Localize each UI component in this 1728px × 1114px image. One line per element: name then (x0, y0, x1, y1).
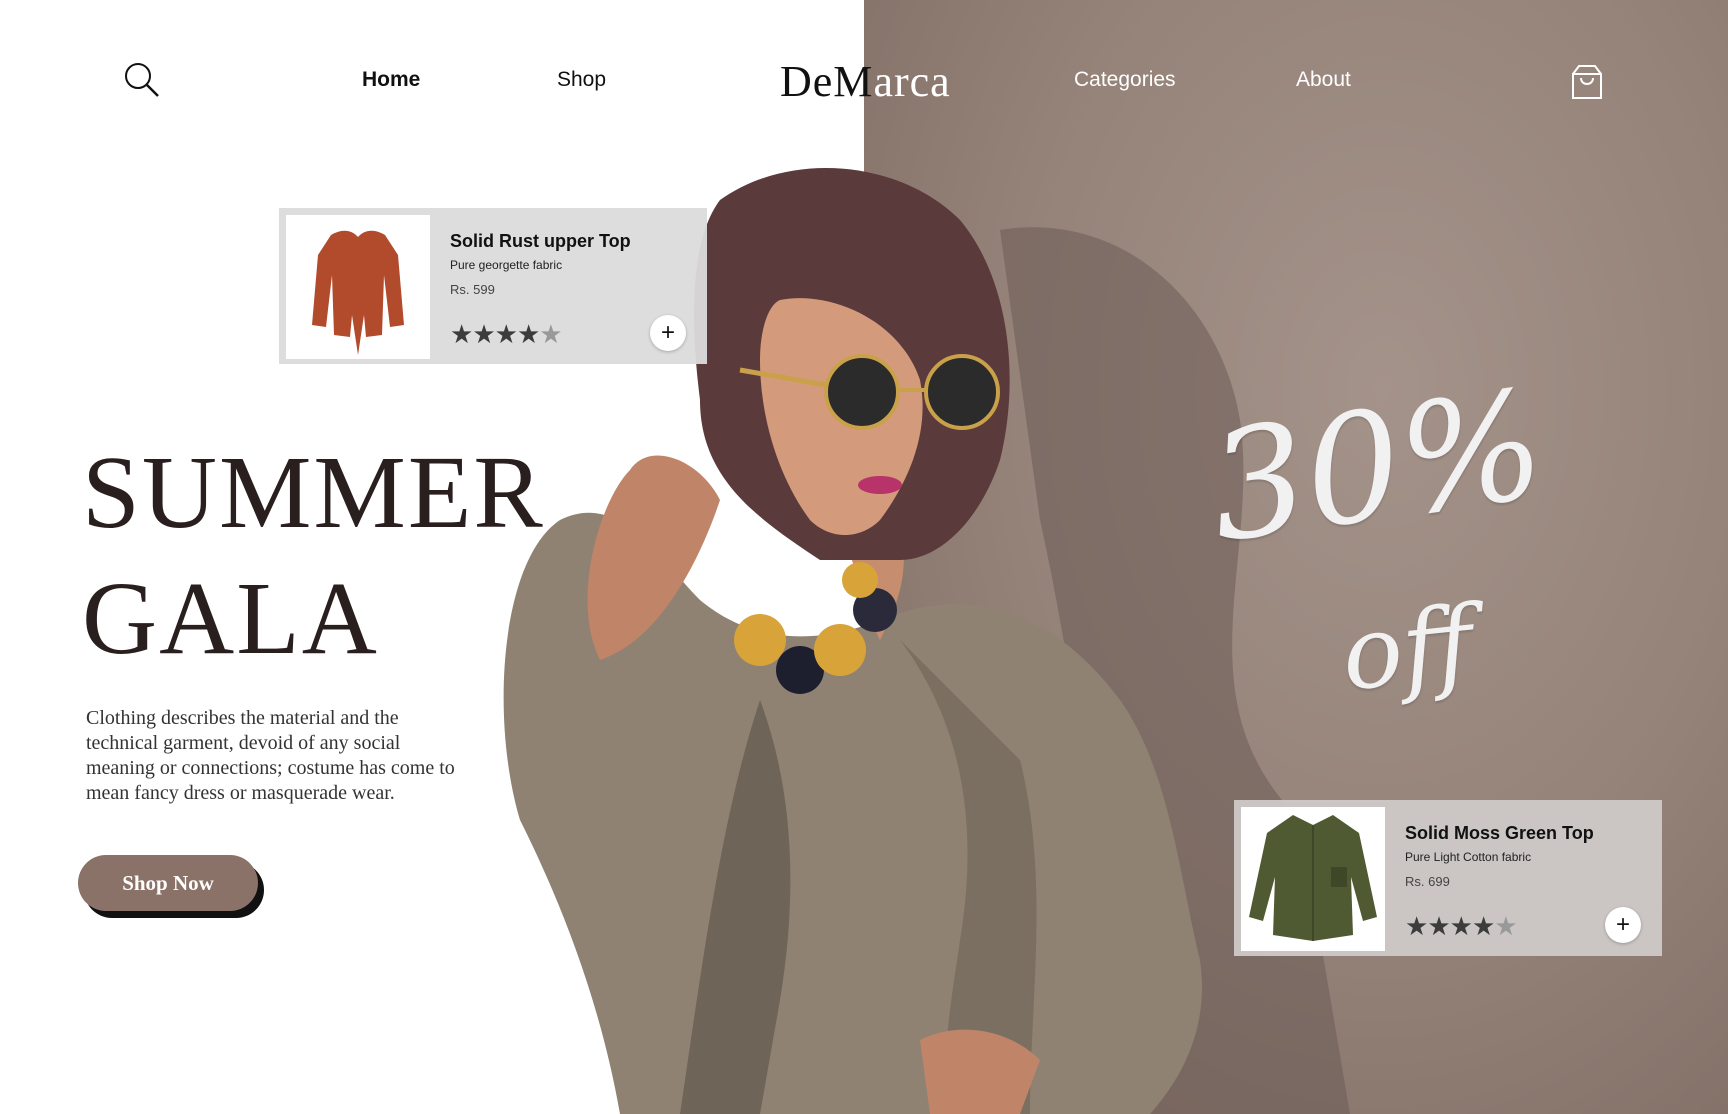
nav-about[interactable]: About (1296, 68, 1351, 92)
product-image (286, 215, 430, 359)
product-fabric: Pure georgette fabric (450, 258, 563, 272)
hero-title-line1: SUMMER (82, 435, 545, 550)
product-fabric: Pure Light Cotton fabric (1405, 850, 1532, 864)
product-card[interactable]: Solid Moss Green Top Pure Light Cotton f… (1234, 800, 1662, 956)
brand-logo[interactable]: DeMarca (780, 56, 951, 107)
nav-home[interactable]: Home (362, 68, 420, 92)
star-icon: ★ (1471, 911, 1495, 941)
star-icon: ★ (1494, 911, 1517, 941)
star-icon: ★ (472, 319, 495, 349)
star-icon: ★ (494, 319, 518, 349)
product-info: Solid Rust upper Top Pure georgette fabr… (430, 215, 700, 357)
nav-shop[interactable]: Shop (557, 68, 606, 92)
search-icon (125, 63, 159, 97)
plus-icon: + (1615, 911, 1630, 938)
product-price: Rs. 599 (450, 282, 495, 297)
shopping-bag-icon (1572, 65, 1602, 99)
product-price: Rs. 699 (1405, 874, 1450, 889)
product-image (1241, 807, 1385, 951)
logo-part-light: arca (873, 57, 951, 106)
product-rating: ★★★★★ (450, 319, 563, 350)
logo-part-dark: DeM (780, 57, 874, 106)
product-name: Solid Moss Green Top (1405, 823, 1594, 843)
product-rating: ★★★★★ (1405, 911, 1518, 942)
product-name: Solid Rust upper Top (450, 231, 631, 251)
product-info: Solid Moss Green Top Pure Light Cotton f… (1385, 807, 1655, 949)
nav-categories[interactable]: Categories (1074, 68, 1176, 92)
plus-icon: + (660, 319, 675, 346)
shop-now-button[interactable]: Shop Now (78, 855, 258, 911)
add-to-cart-button[interactable]: + (650, 315, 686, 351)
star-icon: ★ (516, 319, 540, 349)
product-card[interactable]: Solid Rust upper Top Pure georgette fabr… (279, 208, 707, 364)
star-icon: ★ (1449, 911, 1473, 941)
hero-title-line2: GALA (82, 561, 379, 676)
hero-description: Clothing describes the material and the … (86, 707, 455, 804)
promo-suffix: off (1336, 583, 1479, 714)
add-to-cart-button[interactable]: + (1605, 907, 1641, 943)
star-icon: ★ (539, 319, 562, 349)
star-icon: ★ (450, 319, 473, 349)
search-button[interactable] (124, 62, 160, 98)
star-icon: ★ (1427, 911, 1450, 941)
hero-title: SUMMER GALA (82, 430, 545, 682)
star-icon: ★ (1405, 911, 1428, 941)
cart-button[interactable] (1570, 60, 1604, 100)
